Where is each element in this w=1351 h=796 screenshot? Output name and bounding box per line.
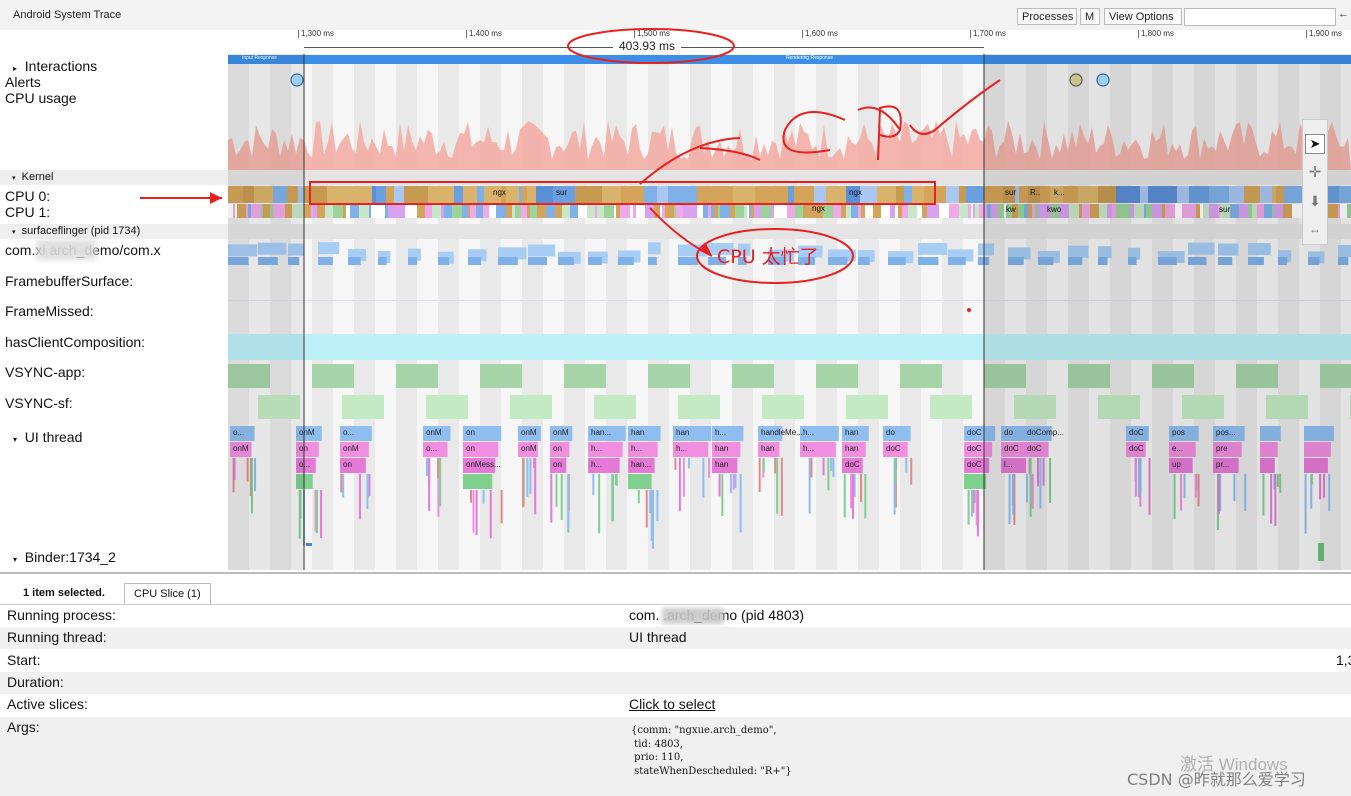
detail-row: Running thread: UI thread <box>0 627 1351 649</box>
cpu-busy-annotation: CPU 太忙了 <box>717 246 819 268</box>
csdn-watermark: CSDN @昨就那么爱学习 <box>1127 770 1306 789</box>
click-to-select-link[interactable]: Click to select <box>629 696 715 712</box>
selection-count: 1 item selected. <box>23 587 105 599</box>
detail-row: Running process: com. .arch_demo (pid 48… <box>0 605 1351 627</box>
detail-key: Running thread: <box>7 629 107 645</box>
args-value: {comm: "ngxue.arch_demo", tid: 4803, pri… <box>631 725 792 777</box>
detail-key: Start: <box>7 652 41 668</box>
detail-row: Duration: <box>0 672 1351 694</box>
detail-value: 1,3 <box>1336 652 1351 668</box>
detail-row: Start: 1,3 <box>0 650 1351 672</box>
detail-key: Duration: <box>7 674 64 690</box>
detail-row: Active slices: Click to select <box>0 694 1351 716</box>
tab-cpu-slice[interactable]: CPU Slice (1) <box>124 583 211 604</box>
blur-mask <box>662 608 724 624</box>
detail-key: Active slices: <box>7 696 88 712</box>
details-tabbar: 1 item selected. CPU Slice (1) <box>0 582 1351 605</box>
detail-key: Running process: <box>7 607 116 623</box>
detail-value: UI thread <box>629 629 687 645</box>
details-panel: 1 item selected. CPU Slice (1) Running p… <box>0 572 1351 796</box>
detail-key: Args: <box>7 719 40 735</box>
